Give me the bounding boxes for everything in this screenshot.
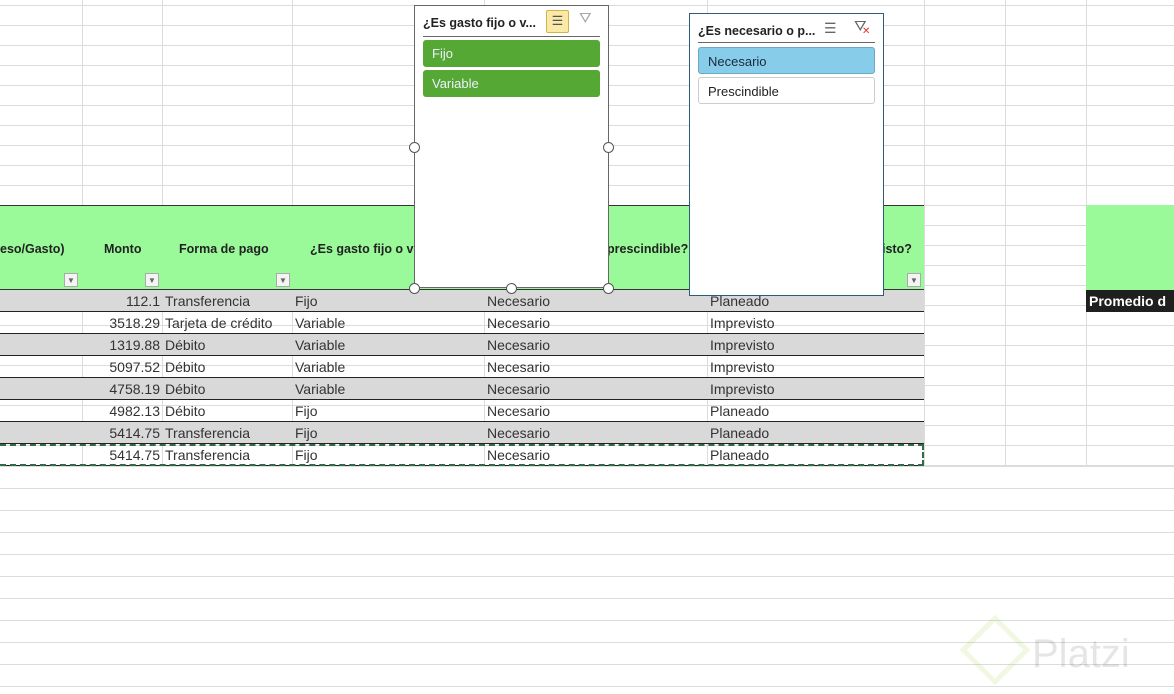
copy-selection-marquee [0,444,924,466]
cell-monto[interactable]: 5097.52 [82,359,160,375]
slicer-item-prescindible[interactable]: Prescindible [698,77,875,104]
cell-necesario[interactable]: Necesario [487,293,705,309]
cell-plan[interactable]: Planeado [710,403,922,419]
header-fijo-variable: ¿Es gasto fijo o v [310,242,414,256]
clear-filter-icon[interactable]: ⛛ ✕ [854,18,870,37]
slicer-item-necesario[interactable]: Necesario [698,47,875,74]
cell-plan[interactable]: Planeado [710,425,922,441]
slicer-divider [423,36,600,37]
slicer-title: ¿Es necesario o p... [698,24,816,38]
cell-forma[interactable]: Débito [165,403,292,419]
watermark: Platzi [1032,632,1130,676]
cell-forma[interactable]: Débito [165,381,292,397]
cell-necesario[interactable]: Necesario [487,337,705,353]
cell-fijo[interactable]: Variable [295,381,483,397]
table-row[interactable]: 4758.19 Débito Variable Necesario Imprevisto [0,378,924,400]
cell-fijo[interactable]: Variable [295,315,483,331]
resize-handle[interactable] [409,283,420,294]
cell-forma[interactable]: Tarjeta de crédito [165,315,292,331]
cell-forma[interactable]: Débito [165,359,292,375]
cell-necesario[interactable]: Necesario [487,359,705,375]
cell-necesario[interactable]: Necesario [487,381,705,397]
header-imprevisto: isto? [882,242,912,256]
cell-fijo[interactable]: Variable [295,337,483,353]
cell-necesario[interactable]: Necesario [487,403,705,419]
slicer-item-variable[interactable]: Variable [423,70,600,97]
filter-dropdown-button[interactable]: ▼ [64,273,78,287]
multi-select-icon[interactable]: ☰ [824,20,837,37]
cell-plan[interactable]: Imprevisto [710,381,922,397]
filter-dropdown-button[interactable]: ▼ [145,273,159,287]
promedio-cell[interactable]: Promedio d [1086,290,1174,312]
cell-monto[interactable]: 4758.19 [82,381,160,397]
header-monto: Monto [104,242,142,256]
slicer-gasto-fijo[interactable]: ¿Es gasto fijo o v... ☰ ⛛ Fijo Variable [409,5,614,294]
slicer-item-fijo[interactable]: Fijo [423,40,600,67]
cell-plan[interactable]: Imprevisto [710,359,922,375]
header-forma-pago: Forma de pago [179,242,269,256]
cell-fijo[interactable]: Fijo [295,425,483,441]
cell-plan[interactable]: Imprevisto [710,337,922,353]
multi-select-icon[interactable]: ☰ [546,10,569,33]
resize-handle[interactable] [409,142,420,153]
header-prescindible: prescindible? [607,242,689,256]
clear-filter-icon[interactable]: ⛛ [579,10,592,27]
table-row[interactable]: 4982.13 Débito Fijo Necesario Planeado [0,400,924,422]
resize-handle[interactable] [603,283,614,294]
cell-monto[interactable]: 5414.75 [82,425,160,441]
header-tipo: eso/Gasto) [0,242,65,256]
table-row[interactable]: 1319.88 Débito Variable Necesario Imprevisto [0,334,924,356]
filter-dropdown-button[interactable]: ▼ [276,273,290,287]
resize-handle[interactable] [506,283,517,294]
table-row[interactable]: 5097.52 Débito Variable Necesario Imprevisto [0,356,924,378]
cell-monto[interactable]: 1319.88 [82,337,160,353]
cell-forma[interactable]: Transferencia [165,425,292,441]
slicer-divider [698,42,875,43]
cell-plan[interactable]: Imprevisto [710,315,922,331]
cell-forma[interactable]: Transferencia [165,293,292,309]
side-header-cell [1086,205,1174,290]
cell-monto[interactable]: 4982.13 [82,403,160,419]
slicer-necesario[interactable]: ¿Es necesario o p... ☰ ⛛ ✕ Necesario Pres… [689,13,884,296]
cell-necesario[interactable]: Necesario [487,425,705,441]
cell-necesario[interactable]: Necesario [487,315,705,331]
filter-dropdown-button[interactable]: ▼ [907,273,921,287]
cell-fijo[interactable]: Fijo [295,403,483,419]
cell-forma[interactable]: Débito [165,337,292,353]
cell-monto[interactable]: 112.1 [82,293,160,309]
cell-fijo[interactable]: Fijo [295,293,483,309]
table-row[interactable]: 5414.75 Transferencia Fijo Necesario Planead… [0,422,924,444]
resize-handle[interactable] [603,142,614,153]
slicer-title: ¿Es gasto fijo o v... [423,16,536,30]
cell-monto[interactable]: 3518.29 [82,315,160,331]
table-row[interactable]: 3518.29 Tarjeta de crédito Variable Necesar… [0,312,924,334]
cell-fijo[interactable]: Variable [295,359,483,375]
